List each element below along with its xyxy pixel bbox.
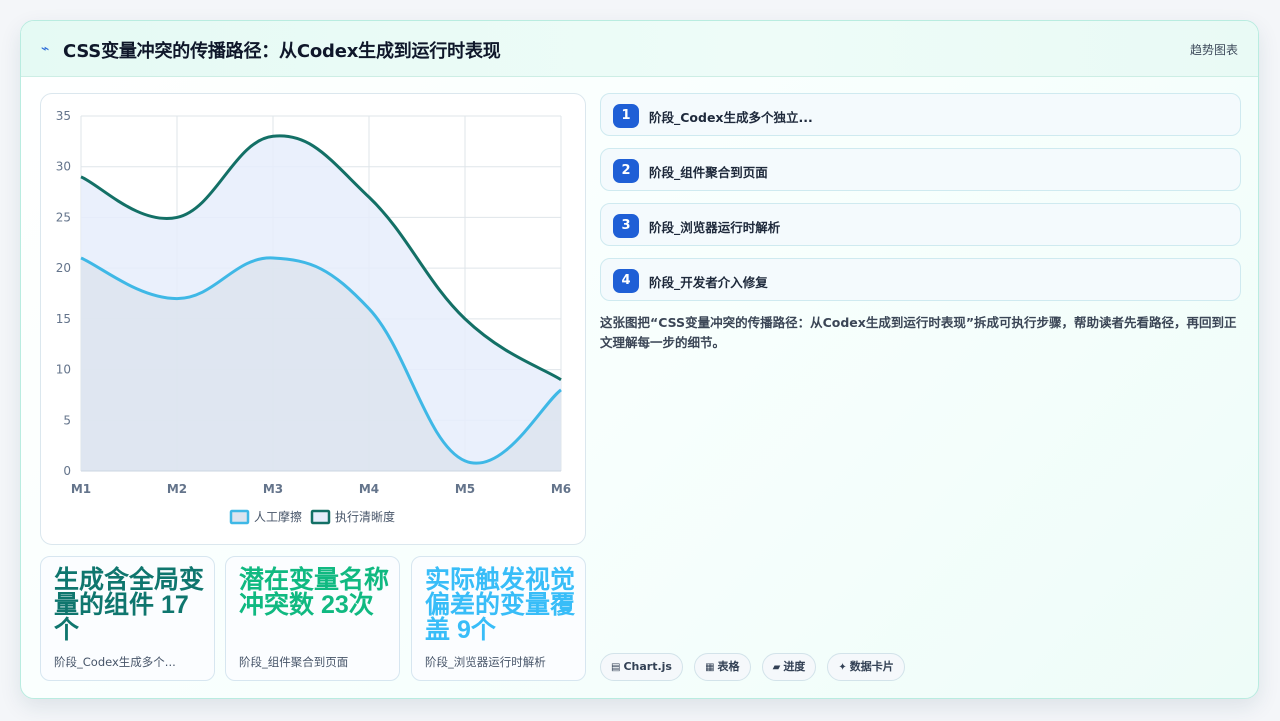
x-tick-label: M5 xyxy=(455,482,475,496)
step-number-badge: 4 xyxy=(613,269,639,293)
line-chart: 0 5 10 15 20 25 30 35 M1 M2 M3 M4 M5 M6 人工摩擦 执行清晰度 xyxy=(56,109,571,525)
pill-label: 数据卡片 xyxy=(849,660,894,673)
pill-chartjs[interactable]: ▤ Chart.js xyxy=(600,653,683,681)
step-number-badge: 1 xyxy=(613,104,639,128)
pill-data-card[interactable]: ✦ 数据卡片 xyxy=(827,653,905,681)
step-text: 阶段_浏览器运行时解析 xyxy=(649,220,781,235)
step-text: 阶段_开发者介入修复 xyxy=(649,275,768,290)
step-text: 阶段_Codex生成多个独立... xyxy=(649,110,813,125)
sparkle-icon: ✦ xyxy=(838,662,847,673)
chart-type-tag: 趋势图表 xyxy=(1189,43,1238,57)
step-item-1[interactable]: 1 阶段_Codex生成多个独立... xyxy=(600,93,1241,136)
pill-progress[interactable]: ▰ 进度 xyxy=(761,653,817,681)
stat-label: 阶段_Codex生成多个... xyxy=(54,655,176,669)
chart-icon: ▤ xyxy=(611,662,621,673)
stat-value: 潜在变量名称冲突数 23次 xyxy=(239,566,390,619)
line-chart-panel: 0 5 10 15 20 25 30 35 M1 M2 M3 M4 M5 M6 人工摩擦 执行清晰度 xyxy=(40,93,586,545)
stat-value: 生成含全局变量的组件 17个 xyxy=(54,566,205,644)
stat-card-2: 潜在变量名称冲突数 23次 阶段_组件聚合到页面 xyxy=(225,556,400,681)
y-tick-label: 0 xyxy=(63,464,71,478)
step-item-4[interactable]: 4 阶段_开发者介入修复 xyxy=(600,258,1241,301)
y-tick-label: 15 xyxy=(56,312,71,326)
stat-value: 实际触发视觉偏差的变量覆盖 9个 xyxy=(425,566,576,644)
step-number-badge: 3 xyxy=(613,214,639,238)
step-item-2[interactable]: 2 阶段_组件聚合到页面 xyxy=(600,148,1241,191)
y-tick-label: 25 xyxy=(56,210,71,224)
pill-label: Chart.js xyxy=(623,660,672,673)
step-number-badge: 2 xyxy=(613,159,639,183)
step-list: 1 阶段_Codex生成多个独立... 2 阶段_组件聚合到页面 3 阶段_浏览… xyxy=(600,93,1241,313)
main-card: ⌁ CSS变量冲突的传播路径：从Codex生成到运行时表现 趋势图表 0 5 10 1… xyxy=(20,20,1259,699)
x-tick-label: M6 xyxy=(551,482,571,496)
legend-swatch xyxy=(229,509,250,525)
y-tick-label: 35 xyxy=(56,109,71,123)
x-tick-label: M4 xyxy=(359,482,379,496)
pill-label: 表格 xyxy=(717,660,740,673)
x-tick-label: M3 xyxy=(263,482,283,496)
y-tick-label: 20 xyxy=(56,261,71,275)
y-tick-label: 5 xyxy=(63,413,71,427)
card-header: ⌁ CSS变量冲突的传播路径：从Codex生成到运行时表现 趋势图表 xyxy=(21,21,1258,77)
legend-swatch xyxy=(310,509,331,525)
bolt-icon: ⌁ xyxy=(41,41,50,57)
stat-card-3: 实际触发视觉偏差的变量覆盖 9个 阶段_浏览器运行时解析 xyxy=(411,556,586,681)
stat-label: 阶段_组件聚合到页面 xyxy=(239,655,349,669)
chart-description: 这张图把“CSS变量冲突的传播路径：从Codex生成到运行时表现”拆成可执行步骤… xyxy=(600,315,1237,350)
stat-label: 阶段_浏览器运行时解析 xyxy=(425,655,546,669)
step-text: 阶段_组件聚合到页面 xyxy=(649,165,768,180)
feature-pills: ▤ Chart.js ▦ 表格 ▰ 进度 ✦ 数据卡片 xyxy=(600,653,911,681)
y-tick-label: 10 xyxy=(56,363,71,377)
y-tick-label: 30 xyxy=(56,160,71,174)
progress-icon: ▰ xyxy=(772,662,781,673)
legend-label: 人工摩擦 xyxy=(254,509,302,524)
x-tick-label: M1 xyxy=(71,482,91,496)
pill-label: 进度 xyxy=(783,660,806,673)
legend-label: 执行清晰度 xyxy=(335,509,395,524)
x-tick-label: M2 xyxy=(167,482,187,496)
page-title: CSS变量冲突的传播路径：从Codex生成到运行时表现 xyxy=(63,41,501,62)
stat-card-1: 生成含全局变量的组件 17个 阶段_Codex生成多个... xyxy=(40,556,215,681)
pill-table[interactable]: ▦ 表格 xyxy=(694,653,751,681)
table-icon: ▦ xyxy=(705,662,715,673)
step-item-3[interactable]: 3 阶段_浏览器运行时解析 xyxy=(600,203,1241,246)
